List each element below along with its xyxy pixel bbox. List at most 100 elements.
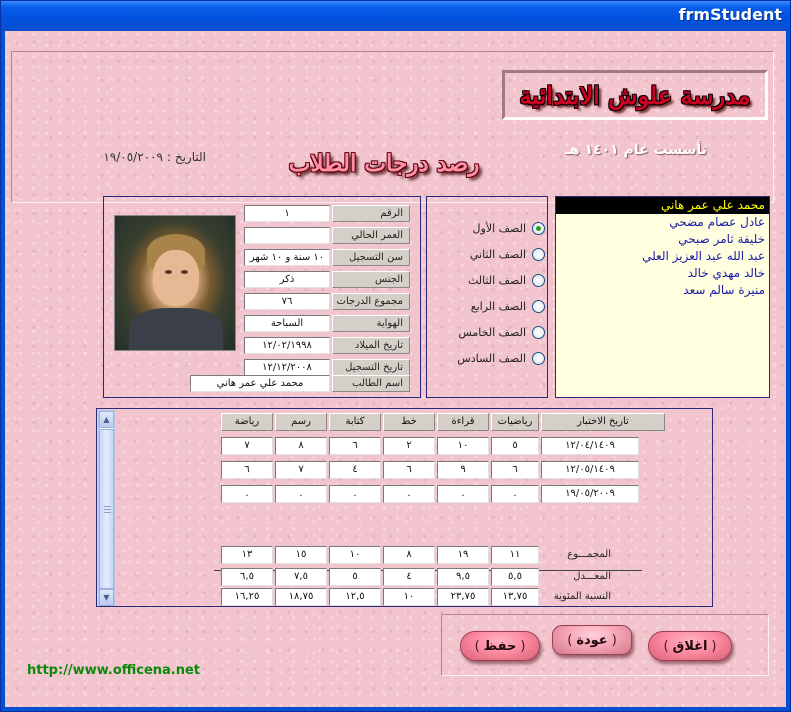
grade-option-label: الصف الثاني — [469, 247, 526, 261]
table-cell[interactable]: ٤ — [329, 461, 381, 479]
grade-option-4[interactable]: الصف الرابع — [437, 297, 545, 315]
grade-option-1[interactable]: الصف الأول — [437, 219, 545, 237]
website-url[interactable]: http://www.officena.net — [27, 663, 200, 678]
table-cell[interactable]: . — [221, 485, 273, 503]
col-header-test-date: تاريخ الاختبار — [541, 413, 665, 431]
radio-icon[interactable] — [532, 247, 545, 261]
list-item[interactable]: عادل عصام مضحي — [556, 214, 769, 231]
save-button-label: حفظ — [483, 638, 517, 654]
table-cell[interactable]: . — [275, 485, 327, 503]
col-header-handwriting: خط — [383, 413, 435, 431]
list-item[interactable]: منيرة سالم سعد — [556, 282, 769, 299]
table-cell[interactable]: ٥ — [491, 437, 539, 455]
student-name-field[interactable]: محمد علي عمر هاني — [190, 375, 330, 392]
student-info-panel: ١ الرقم العمر الحالي ١٠ سنة و ١٠ شهر سن … — [103, 196, 421, 398]
student-list[interactable]: محمد علي عمر هاني عادل عصام مضحي خليفة ث… — [555, 196, 770, 398]
date-label: التاريخ : — [166, 150, 206, 164]
summary-cell: ٥,٥ — [491, 568, 539, 586]
table-cell[interactable]: . — [437, 485, 489, 503]
radio-icon[interactable] — [532, 325, 545, 339]
paren-close: ) — [474, 638, 480, 654]
table-cell[interactable]: ٩ — [437, 461, 489, 479]
grade-option-6[interactable]: الصف السادس — [437, 349, 545, 367]
info-row-birth: ١٢/٠٢/١٩٩٨ تاريخ الميلاد — [244, 337, 410, 354]
list-item[interactable]: خليفة ثامر صبحي — [556, 231, 769, 248]
hobby-label: الهواية — [332, 315, 410, 332]
table-cell[interactable]: ٦ — [329, 437, 381, 455]
registration-age-field[interactable]: ١٠ سنة و ١٠ شهر — [244, 249, 330, 266]
table-cell[interactable]: ٧ — [275, 461, 327, 479]
summary-cell: ١٩ — [437, 546, 489, 564]
window: frmStudent مدرسة علوش الابتدائية تأسست ع… — [0, 0, 791, 712]
summary-cell: ١٠ — [329, 546, 381, 564]
registration-date-field[interactable]: ١٢/١٢/٢٠٠٨ — [244, 359, 330, 376]
scroll-down-icon[interactable]: ▼ — [99, 589, 114, 606]
list-item[interactable]: خالد مهدي خالد — [556, 265, 769, 282]
table-cell[interactable]: ٦ — [221, 461, 273, 479]
summary-cell: ١٥ — [275, 546, 327, 564]
grade-option-5[interactable]: الصف الخامس — [437, 323, 545, 341]
scroll-up-icon[interactable]: ▲ — [99, 411, 114, 428]
hobby-field[interactable]: السباحة — [244, 315, 330, 332]
close-button[interactable]: ( اغلاق ) — [648, 631, 732, 661]
list-item[interactable]: محمد علي عمر هاني — [556, 197, 769, 214]
radio-icon[interactable] — [532, 273, 545, 287]
window-title: frmStudent — [678, 5, 782, 24]
school-name-box: مدرسة علوش الابتدائية — [502, 70, 768, 120]
summary-cell: ٢٣,٧٥ — [437, 588, 489, 606]
table-cell[interactable]: . — [491, 485, 539, 503]
page-title: رصد درجات الطلاب — [288, 150, 480, 177]
summary-label-average: المعـــدل — [573, 571, 611, 582]
list-item[interactable]: عبد الله عبد العزيز العلي — [556, 248, 769, 265]
table-cell[interactable]: ٨ — [275, 437, 327, 455]
student-photo — [114, 215, 236, 351]
birth-date-label: تاريخ الميلاد — [332, 337, 410, 354]
total-grades-field[interactable]: ٧٦ — [244, 293, 330, 310]
grade-option-2[interactable]: الصف الثاني — [437, 245, 545, 263]
table-cell[interactable]: ١٢/٠٥/١٤٠٩ — [541, 461, 639, 479]
header-panel: مدرسة علوش الابتدائية تأسست عام ١٤٠١ هـ … — [11, 51, 774, 203]
info-row-total: ٧٦ مجموع الدرجات — [244, 293, 410, 310]
back-button[interactable]: ( عودة ) — [552, 625, 632, 655]
grip-line — [104, 512, 111, 513]
grade-option-3[interactable]: الصف الثالث — [437, 271, 545, 289]
info-row-name: محمد علي عمر هاني اسم الطالب — [190, 375, 410, 392]
table-cell[interactable]: ١٠ — [437, 437, 489, 455]
summary-cell: ١٢,٥ — [329, 588, 381, 606]
registration-age-label: سن التسجيل — [332, 249, 410, 266]
summary-cell: ١٦,٢٥ — [221, 588, 273, 606]
current-age-field[interactable] — [244, 227, 330, 244]
info-row-reg-date: ١٢/١٢/٢٠٠٨ تاريخ التسجيل — [244, 359, 410, 376]
save-button[interactable]: ( حفظ ) — [460, 631, 540, 661]
summary-cell: ٩,٥ — [437, 568, 489, 586]
summary-cell: ٨ — [383, 546, 435, 564]
table-cell[interactable]: ٢ — [383, 437, 435, 455]
scroll-thumb[interactable] — [99, 429, 114, 589]
table-cell[interactable]: ٦ — [383, 461, 435, 479]
grip-line — [104, 509, 111, 510]
founded-year: تأسست عام ١٤٠١ هـ — [565, 142, 707, 158]
table-cell[interactable]: ٧ — [221, 437, 273, 455]
radio-icon[interactable] — [532, 351, 545, 365]
radio-icon[interactable] — [532, 299, 545, 313]
table-cell[interactable]: ١٢/٠٤/١٤٠٩ — [541, 437, 639, 455]
table-cell[interactable]: ٦ — [491, 461, 539, 479]
radio-checked-icon[interactable] — [532, 221, 545, 235]
grade-option-label: الصف السادس — [457, 351, 526, 365]
gender-field[interactable]: ذكر — [244, 271, 330, 288]
vertical-scrollbar[interactable]: ▲ ▼ — [98, 410, 115, 606]
title-bar[interactable]: frmStudent — [1, 1, 790, 31]
paren-open: ( — [611, 632, 617, 648]
summary-cell: ١٣,٧٥ — [491, 588, 539, 606]
number-field[interactable]: ١ — [244, 205, 330, 222]
paren-close: ) — [567, 632, 573, 648]
table-cell[interactable]: ١٩/٠٥/٢٠٠٩ — [541, 485, 639, 503]
summary-cell: ١٣ — [221, 546, 273, 564]
student-name-label: اسم الطالب — [332, 375, 410, 392]
summary-cell: ٤ — [383, 568, 435, 586]
table-cell[interactable]: . — [329, 485, 381, 503]
info-row-age: العمر الحالي — [244, 227, 410, 244]
grade-option-label: الصف الأول — [472, 221, 526, 235]
table-cell[interactable]: . — [383, 485, 435, 503]
birth-date-field[interactable]: ١٢/٠٢/١٩٩٨ — [244, 337, 330, 354]
